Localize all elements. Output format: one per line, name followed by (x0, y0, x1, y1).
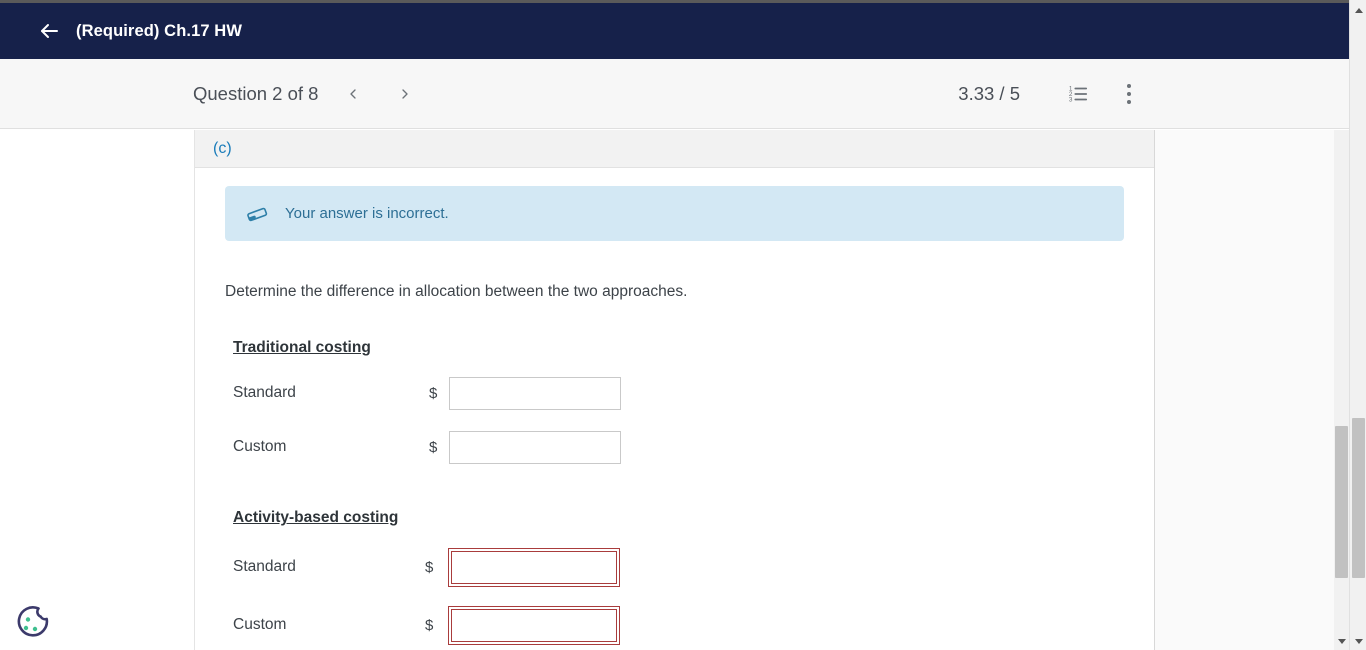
question-counter: Question 2 of 8 (193, 82, 319, 104)
input-row-traditional-custom: Custom $ (233, 429, 1154, 465)
question-nav-left: Question 2 of 8 (193, 77, 422, 111)
activity-standard-input[interactable] (448, 547, 620, 587)
currency-symbol: $ (425, 558, 434, 576)
row-label: Custom (233, 616, 287, 633)
content-vertical-scrollbar[interactable] (1334, 130, 1349, 650)
dot (1127, 83, 1131, 88)
more-vertical-icon[interactable] (1114, 76, 1144, 112)
eraser-icon (243, 200, 271, 228)
content-scroll-down-arrow[interactable] (1334, 634, 1349, 648)
question-navigation-bar: Question 2 of 8 3.33 / 5 1 2 3 (0, 59, 1349, 129)
currency-symbol: $ (429, 438, 438, 456)
traditional-standard-input[interactable] (449, 376, 621, 410)
cookie-consent-icon[interactable] (12, 602, 52, 642)
previous-question-button[interactable] (336, 77, 370, 111)
answer-feedback-banner: Your answer is incorrect. (225, 186, 1124, 241)
score-display: 3.33 / 5 (958, 82, 1020, 104)
back-arrow-icon[interactable] (36, 18, 62, 44)
assignment-title: (Required) Ch.17 HW (76, 21, 242, 40)
traditional-custom-input[interactable] (449, 430, 621, 464)
currency-symbol: $ (429, 384, 438, 402)
browser-scroll-down-arrow[interactable] (1350, 634, 1366, 648)
question-part-header: (c) (195, 130, 1154, 168)
browser-scroll-up-arrow[interactable] (1350, 3, 1366, 17)
app-root: (Required) Ch.17 HW Question 2 of 8 3.33… (0, 0, 1366, 650)
page-body: (c) Your answer is incorrect. Determine … (0, 130, 1349, 650)
dot (1127, 91, 1131, 96)
browser-scrollbar-thumb[interactable] (1352, 418, 1365, 578)
question-prompt: Determine the difference in allocation b… (225, 283, 688, 300)
browser-vertical-scrollbar[interactable] (1349, 0, 1366, 650)
right-gutter (1154, 130, 1334, 650)
input-row-activity-custom: Custom $ (233, 605, 1154, 645)
numbered-list-icon[interactable]: 1 2 3 (1060, 76, 1096, 112)
input-row-activity-standard: Standard $ (233, 547, 1154, 587)
row-label: Custom (233, 438, 287, 455)
app-titlebar: (Required) Ch.17 HW (0, 3, 1349, 59)
svg-text:3: 3 (1069, 96, 1073, 103)
row-label: Standard (233, 384, 296, 401)
question-panel: (c) Your answer is incorrect. Determine … (195, 130, 1154, 650)
activity-custom-input[interactable] (448, 605, 620, 645)
content-scrollbar-thumb[interactable] (1335, 426, 1348, 578)
question-panel-body: Your answer is incorrect. Determine the … (195, 186, 1154, 645)
input-row-traditional-standard: Standard $ (233, 375, 1154, 411)
section-heading-traditional: Traditional costing (233, 339, 371, 356)
question-part-label: (c) (213, 139, 232, 157)
question-nav-right: 3.33 / 5 1 2 3 (958, 76, 1144, 112)
next-question-button[interactable] (388, 77, 422, 111)
dot (1127, 99, 1131, 104)
row-label: Standard (233, 558, 296, 575)
currency-symbol: $ (425, 616, 434, 634)
left-gutter (0, 130, 195, 650)
feedback-message: Your answer is incorrect. (285, 205, 449, 222)
section-heading-activity-based: Activity-based costing (233, 509, 399, 526)
